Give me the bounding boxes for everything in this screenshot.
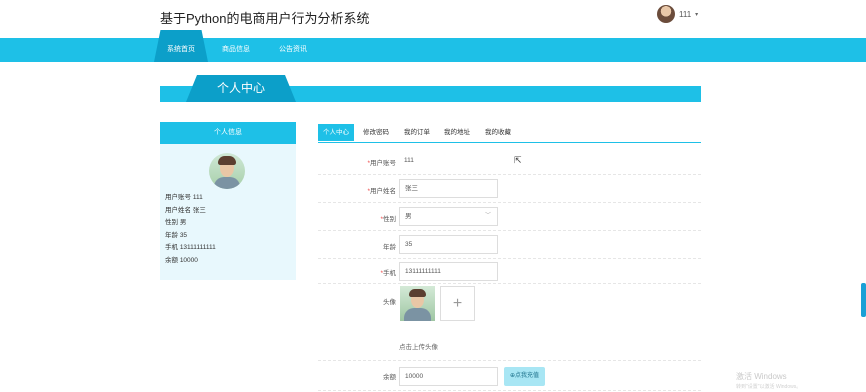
balance-label: 余额 bbox=[383, 374, 396, 381]
sidebar-field-phone: 手机 13111111111 bbox=[165, 244, 216, 251]
nav-item-news[interactable]: 公告资讯 bbox=[279, 38, 307, 62]
watermark-title: 激活 Windows bbox=[736, 372, 787, 381]
sidebar-field-account: 用户账号 111 bbox=[165, 194, 203, 201]
avatar-image bbox=[400, 286, 435, 321]
row-gender: *性别 男 ﹀ bbox=[318, 203, 701, 231]
row-name: *用户姓名 张三 bbox=[318, 175, 701, 203]
gender-select[interactable]: 男 ﹀ bbox=[399, 207, 498, 226]
sidebar-field-name: 用户姓名 张三 bbox=[165, 206, 206, 214]
user-name[interactable]: 111 bbox=[679, 10, 691, 19]
upload-avatar-button[interactable]: + bbox=[440, 286, 475, 321]
main-nav: 系统首页 商品信息 公告资讯 bbox=[0, 30, 866, 62]
user-menu[interactable]: 111 ▾ bbox=[657, 5, 698, 23]
site-title: 基于Python的电商用户行为分析系统 bbox=[160, 11, 370, 26]
age-field[interactable]: 35 bbox=[399, 235, 498, 254]
recharge-button[interactable]: ⊕点我充值 bbox=[504, 367, 546, 386]
page-title: 个人中心 bbox=[186, 75, 296, 102]
nav-item-label: 系统首页 bbox=[167, 46, 195, 53]
profile-tabs: 个人中心 修改密码 我的订单 我的地址 我的收藏 bbox=[318, 122, 701, 143]
tab-change-password[interactable]: 修改密码 bbox=[358, 124, 394, 141]
tab-my-address[interactable]: 我的地址 bbox=[439, 124, 475, 141]
upload-hint: 点击上传头像 bbox=[399, 344, 438, 351]
gender-label: *性别 bbox=[380, 216, 396, 223]
row-account: *用户账号 111 ⇱ bbox=[318, 149, 701, 175]
account-label: *用户账号 bbox=[367, 160, 396, 167]
watermark-subtitle: 转到"设置"以激活 Windows。 bbox=[736, 384, 802, 390]
sidebar-info: 用户账号 111 用户姓名 张三 性别 男 年龄 35 手机 131111111… bbox=[165, 192, 216, 267]
sidebar-avatar bbox=[209, 153, 245, 189]
user-avatar[interactable] bbox=[657, 5, 675, 23]
chevron-down-icon[interactable]: ▾ bbox=[695, 11, 698, 18]
plus-icon: + bbox=[452, 295, 463, 312]
name-field[interactable]: 张三 bbox=[399, 179, 498, 198]
balance-field[interactable]: 10000 bbox=[399, 367, 498, 386]
row-avatar: 头像 + 点击上传头像 bbox=[318, 286, 701, 361]
row-phone: *手机 13111111111 bbox=[318, 259, 701, 284]
cursor-icon: ⇱ bbox=[514, 155, 522, 165]
sidebar-field-balance: 余额 10000 bbox=[165, 256, 198, 264]
name-label: *用户姓名 bbox=[367, 188, 396, 195]
scrollbar-thumb[interactable] bbox=[861, 283, 866, 317]
phone-field[interactable]: 13111111111 bbox=[399, 262, 498, 281]
chevron-down-icon: ﹀ bbox=[484, 213, 491, 219]
account-value: 111 bbox=[404, 157, 414, 164]
nav-item-home[interactable]: 系统首页 bbox=[154, 30, 208, 62]
profile-sidebar: 个人信息 用户账号 111 用户姓名 张三 性别 男 年龄 35 手机 1311… bbox=[160, 122, 296, 280]
sidebar-field-age: 年龄 35 bbox=[165, 231, 188, 239]
tab-profile[interactable]: 个人中心 bbox=[318, 124, 354, 141]
sidebar-field-gender: 性别 男 bbox=[165, 219, 187, 226]
row-balance: 余额 10000 ⊕点我充值 bbox=[318, 363, 701, 391]
tab-my-favorites[interactable]: 我的收藏 bbox=[480, 124, 516, 141]
tab-my-orders[interactable]: 我的订单 bbox=[399, 124, 435, 141]
gender-value: 男 bbox=[405, 213, 412, 220]
top-bar: 基于Python的电商用户行为分析系统 111 ▾ bbox=[0, 0, 866, 36]
nav-item-products[interactable]: 商品信息 bbox=[222, 38, 250, 62]
avatar-label: 头像 bbox=[383, 299, 396, 306]
sidebar-header: 个人信息 bbox=[160, 122, 296, 144]
age-label: 年龄 bbox=[383, 244, 396, 251]
windows-watermark: 激活 Windows 转到"设置"以激活 Windows。 bbox=[736, 372, 801, 392]
row-age: 年龄 35 bbox=[318, 231, 701, 259]
phone-label: *手机 bbox=[380, 270, 396, 277]
